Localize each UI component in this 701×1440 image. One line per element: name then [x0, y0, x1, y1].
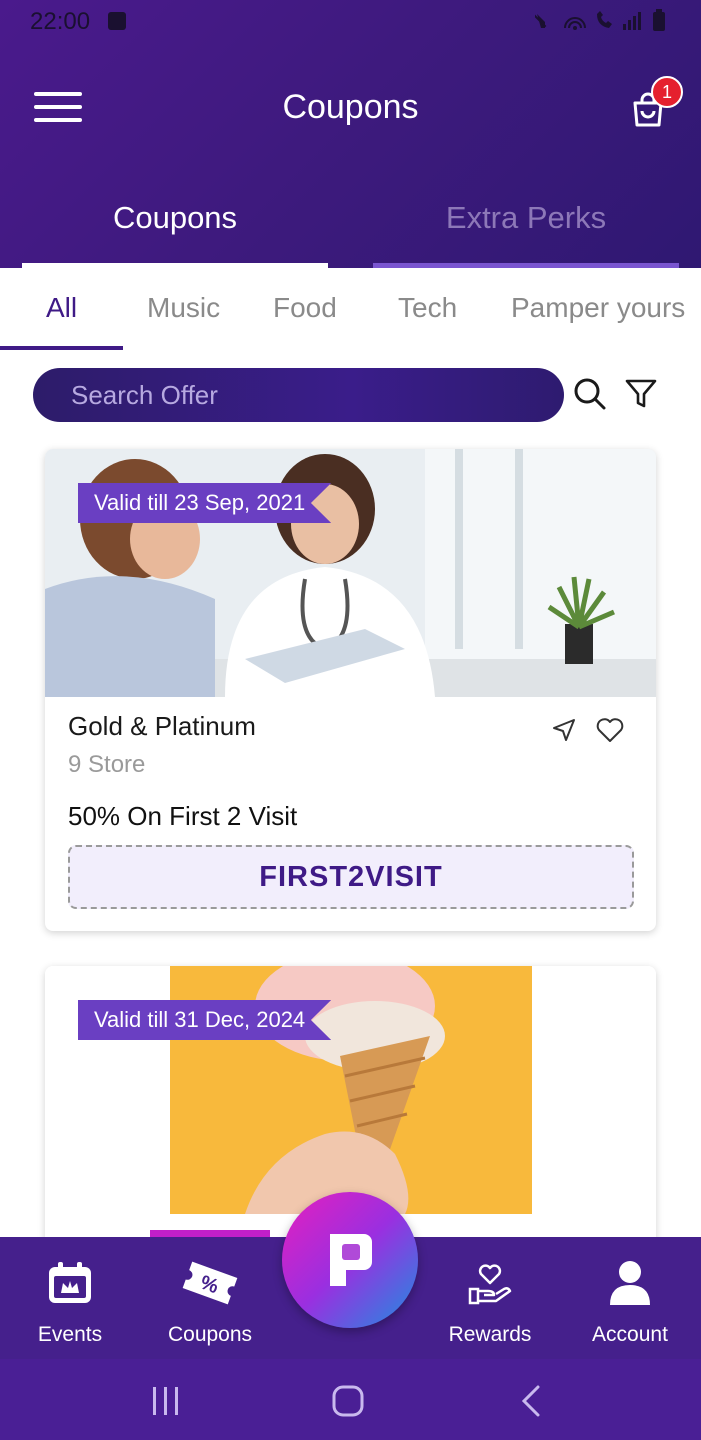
- offer-store-count[interactable]: 9 Store: [68, 751, 145, 779]
- recent-apps-icon[interactable]: [146, 1381, 186, 1421]
- tab-extra-perks-label: Extra Perks: [445, 200, 607, 235]
- navigate-icon[interactable]: [551, 717, 577, 743]
- coupon-ticket-icon: %: [182, 1261, 238, 1305]
- search-bar: [33, 368, 564, 422]
- offer-image-icecream: Valid till 31 Dec, 2024: [45, 966, 656, 1214]
- offer-card[interactable]: Valid till 23 Sep, 2021 Gold & Platinum …: [45, 449, 656, 931]
- category-tab-tech[interactable]: Tech: [398, 292, 457, 324]
- user-icon: [610, 1261, 650, 1305]
- category-tab-music[interactable]: Music: [147, 292, 220, 324]
- tab-extra-perks[interactable]: Extra Perks: [373, 200, 679, 268]
- nav-item-coupons[interactable]: % Coupons: [145, 1237, 275, 1359]
- offer-image-clinic: Valid till 23 Sep, 2021: [45, 449, 656, 697]
- offer-title: Gold & Platinum: [68, 711, 256, 741]
- hand-heart-icon: [468, 1264, 512, 1305]
- home-logo-button[interactable]: [282, 1192, 418, 1328]
- brand-logo-icon: [330, 1234, 372, 1286]
- status-time: 22:00: [30, 8, 91, 35]
- category-tab-food[interactable]: Food: [273, 292, 337, 324]
- filter-icon[interactable]: [623, 376, 659, 412]
- offer-description: 50% On First 2 Visit: [68, 801, 298, 831]
- tab-coupons[interactable]: Coupons: [22, 200, 328, 268]
- notification-check-icon: [108, 12, 126, 30]
- nav-item-events[interactable]: Events: [5, 1237, 135, 1359]
- app-header: 22:00 Coupons 1 Coupons Extra Perks: [0, 0, 701, 268]
- category-active-indicator: [0, 346, 123, 350]
- calendar-icon: [49, 1262, 91, 1303]
- category-tabs: All Music Food Tech Pamper yours: [0, 268, 701, 350]
- nav-label-coupons: Coupons: [167, 1323, 253, 1346]
- nav-label-events: Events: [37, 1323, 103, 1346]
- system-navigation-bar: [0, 1359, 701, 1440]
- coupon-code-box[interactable]: FIRST2VISIT: [68, 845, 634, 909]
- back-icon[interactable]: [512, 1381, 552, 1421]
- validity-ribbon: Valid till 23 Sep, 2021: [78, 483, 332, 523]
- nav-label-rewards: Rewards: [448, 1323, 532, 1346]
- tab-coupons-label: Coupons: [112, 200, 238, 235]
- validity-ribbon: Valid till 31 Dec, 2024: [78, 1000, 332, 1040]
- category-tab-pamper[interactable]: Pamper yours: [511, 292, 685, 324]
- favorite-heart-icon[interactable]: [596, 717, 624, 743]
- search-icon[interactable]: [572, 376, 608, 412]
- cart-count-badge: 1: [651, 76, 683, 108]
- search-input[interactable]: [33, 368, 564, 422]
- nav-item-rewards[interactable]: Rewards: [425, 1237, 555, 1359]
- status-bar: 22:00: [0, 0, 701, 44]
- home-icon[interactable]: [328, 1381, 368, 1421]
- nav-item-account[interactable]: Account: [565, 1237, 695, 1359]
- category-tab-all[interactable]: All: [46, 292, 77, 324]
- status-icons: [533, 8, 675, 40]
- page-title: Coupons: [282, 88, 419, 126]
- nav-label-account: Account: [592, 1323, 668, 1346]
